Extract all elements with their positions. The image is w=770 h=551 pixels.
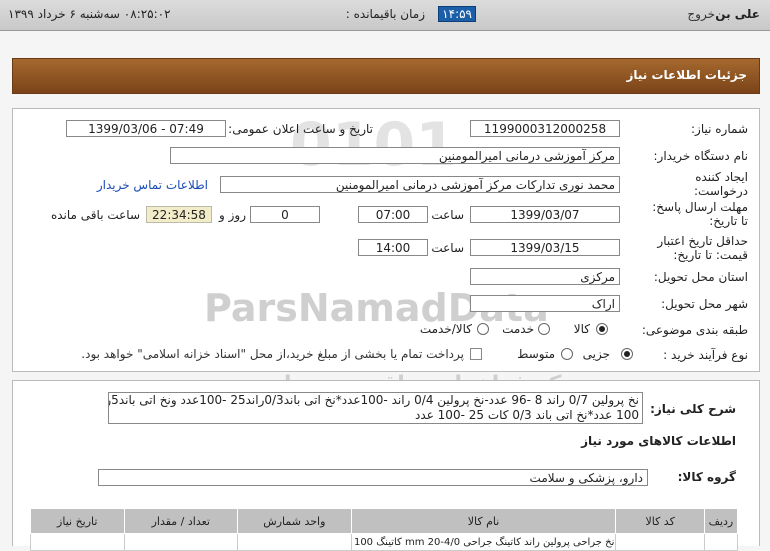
col-quantity: تعداد / مقدار [123,508,239,534]
col-need-date: تاریخ نیاز [30,508,125,534]
goods-group-field: دارو، پزشکی و سلامت [98,469,648,486]
page-title: جزئیات اطلاعات نیاز [626,68,747,82]
remaining-time-label: زمان باقیمانده : [345,7,425,21]
buyer-label: نام دستگاه خریدار: [653,149,749,163]
goods-section-title: اطلاعات کالاهای مورد نیاز [581,434,736,448]
category-goods-service-radio[interactable] [477,323,489,335]
col-unit: واحد شمارش [237,508,352,534]
validity-label-line2: قیمت: تا تاریخ: [673,248,748,262]
deadline-label-line1: مهلت ارسال پاسخ: [652,200,748,214]
category-goods-radio[interactable] [596,323,608,335]
buyer-field: مرکز آموزشی درمانی امیرالمومنین [170,147,620,164]
city-field: اراک [470,295,620,312]
process-medium-label: متوسط [517,347,555,361]
description-line-1: نخ پرولین 0/7 راند 8 -96 عدد-نخ پرولین 0… [109,393,639,407]
deadline-date-field: 1399/03/07 [470,206,620,223]
creator-label-line2: درخواست: [694,184,748,198]
time-remaining-field: 22:34:58 [146,206,212,223]
col-name: نام کالا [350,508,617,534]
province-label: استان محل تحویل: [653,270,748,284]
deadline-label-line2: تا تاریخ: [709,214,748,228]
buyer-contact-link[interactable]: اطلاعات تماس خریدار [97,178,208,192]
category-service-radio[interactable] [538,323,550,335]
creator-label-line1: ایجاد کننده [695,170,748,184]
need-number-field: 1199000312000258 [470,120,620,137]
province-field: مرکزی [470,268,620,285]
col-code: کد کالا [615,508,705,534]
top-bar: علی بن خروج زمان باقیمانده : ۱۴:۵۹ ۰۸:۲۵… [0,0,770,31]
process-medium-radio[interactable] [561,348,573,360]
validity-time-label: ساعت [431,241,464,255]
process-type-label: نوع فرآیند خرید : [663,348,748,362]
user-name: علی بن [715,7,760,21]
announce-date-field: 1399/03/06 - 07:49 [66,120,226,137]
table-row: نخ جراحی پرولین راند کاتینگ جراحی mm 20-… [30,533,739,551]
category-goods-service-label: کالا/خدمت [419,322,472,336]
details-header: جزئیات اطلاعات نیاز [12,58,760,94]
process-minor-label: جزیی [582,347,610,361]
category-label: طبقه بندی موضوعی: [641,323,748,337]
category-service-label: خدمت [502,322,534,336]
days-remaining-field: 0 [250,206,320,223]
logout-link[interactable]: خروج [687,7,715,21]
need-number-label: شماره نیاز: [691,122,748,136]
time-remaining-label: ساعت باقی مانده [50,208,140,222]
city-label: شهر محل تحویل: [661,297,748,311]
description-line-2: 100 عدد*نخ اتی باند 0/3 کات 25 -100 عدد [415,408,639,422]
col-row: ردیف [703,508,739,534]
deadline-time-label: ساعت [431,208,464,222]
validity-label-line1: حداقل تاریخ اعتبار [657,234,748,248]
announce-date-label: تاریخ و ساعت اعلان عمومی: [228,122,373,136]
goods-group-label: گروه کالا: [677,470,736,484]
remaining-time-value: ۱۴:۵۹ [438,6,476,22]
description-field: نخ پرولین 0/7 راند 8 -96 عدد-نخ پرولین 0… [108,392,643,424]
current-datetime: ۰۸:۲۵:۰۲ سه‌شنبه ۶ خرداد ۱۳۹۹ [8,7,171,21]
process-minor-radio[interactable] [621,348,633,360]
creator-field: محمد نوری تدارکات مرکز آموزشی درمانی امی… [220,176,620,193]
deadline-time-field: 07:00 [358,206,428,223]
treasury-bonds-note: پرداخت تمام یا بخشی از مبلغ خرید،از محل … [81,347,464,361]
category-goods-label: کالا [573,322,590,336]
validity-date-field: 1399/03/15 [470,239,620,256]
description-label: شرح کلی نیاز: [650,402,736,416]
validity-time-field: 14:00 [358,239,428,256]
treasury-bonds-checkbox[interactable] [470,348,482,360]
days-label: روز و [219,208,246,222]
goods-name-cell: نخ جراحی پرولین راند کاتینگ جراحی mm 20-… [350,533,617,551]
